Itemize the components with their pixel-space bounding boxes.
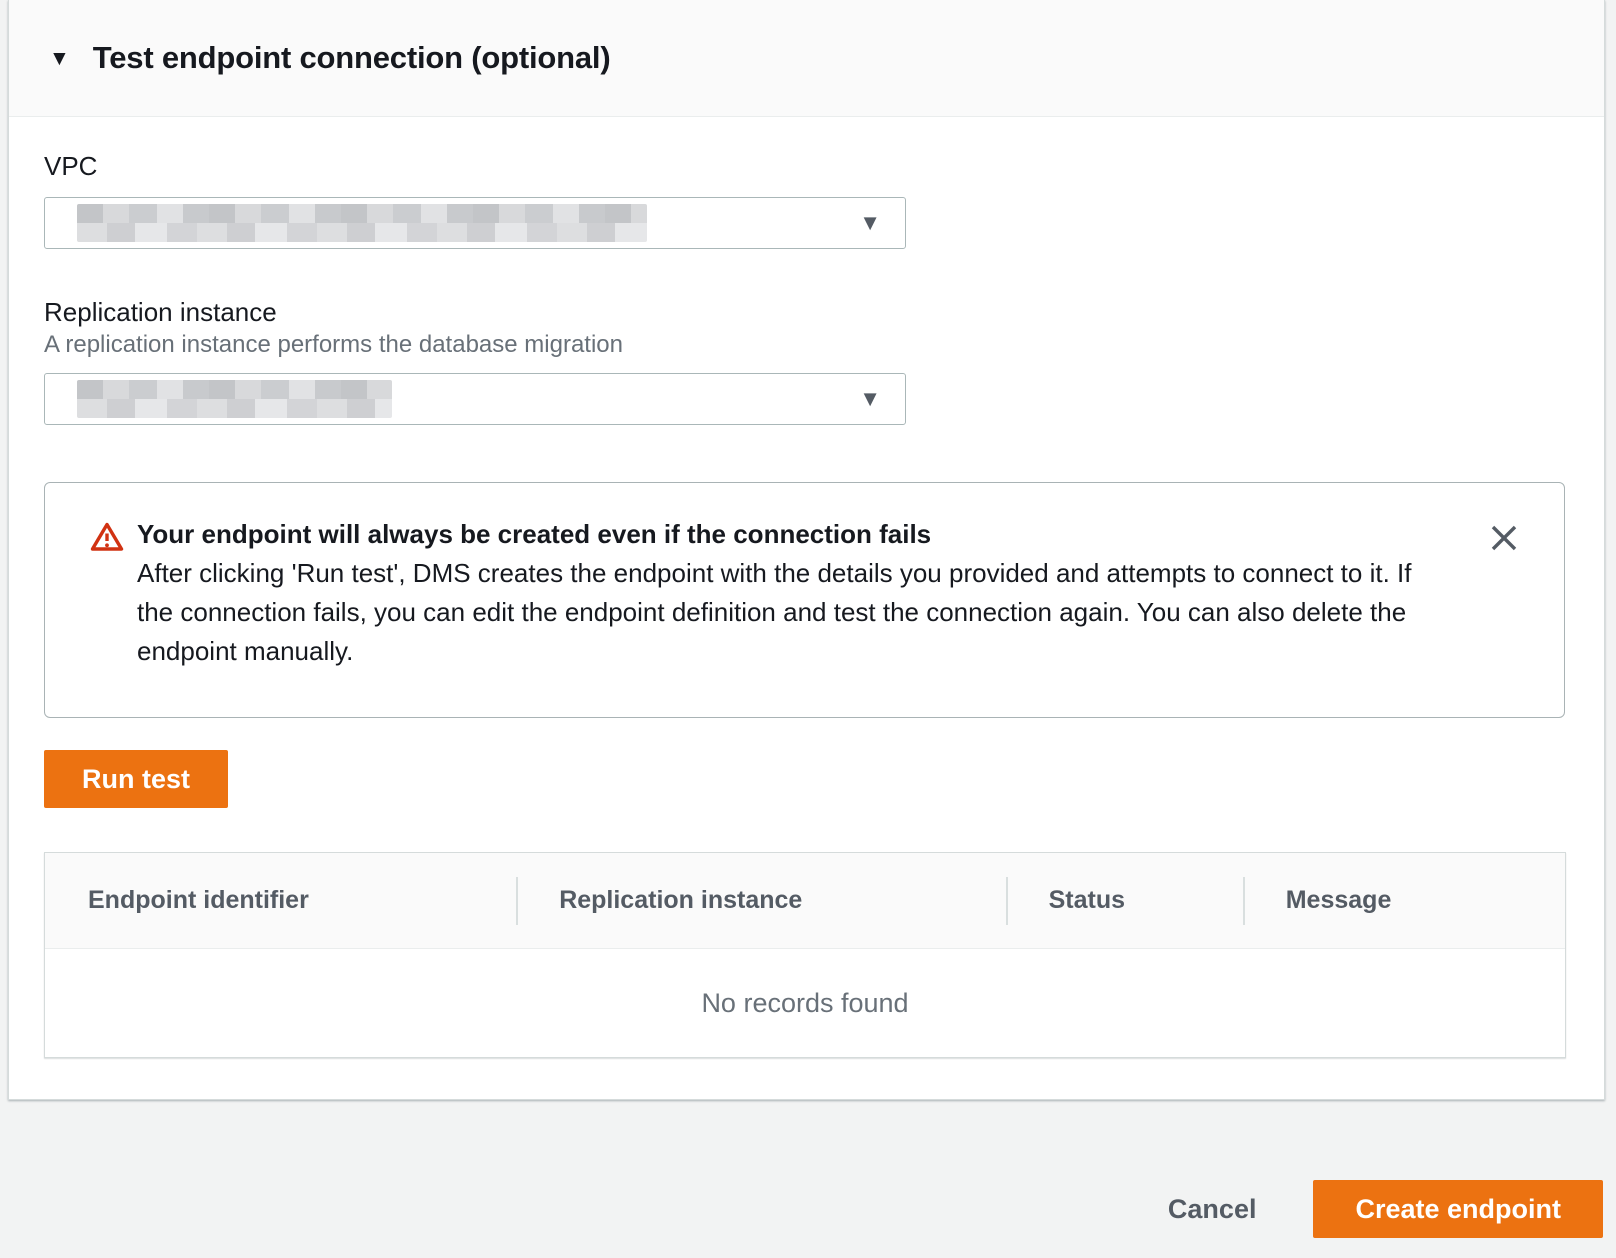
column-header-message: Message xyxy=(1243,853,1565,948)
warning-title: Your endpoint will always be created eve… xyxy=(137,515,1437,554)
form-actions: Cancel Create endpoint xyxy=(1168,1180,1603,1238)
replication-instance-selected-value-redacted xyxy=(77,380,392,418)
replication-instance-select[interactable]: ▼ xyxy=(44,373,906,425)
table-body: No records found xyxy=(45,949,1565,1057)
column-header-endpoint-identifier: Endpoint identifier xyxy=(45,853,516,948)
column-header-status: Status xyxy=(1006,853,1243,948)
section-content: VPC ▼ Replication instance A replication… xyxy=(9,117,1604,1058)
cancel-button[interactable]: Cancel xyxy=(1168,1194,1257,1225)
close-icon xyxy=(1489,523,1519,556)
column-header-replication-instance: Replication instance xyxy=(516,853,1005,948)
dismiss-warning-button[interactable] xyxy=(1488,523,1520,555)
test-endpoint-connection-panel: ▼ Test endpoint connection (optional) VP… xyxy=(8,0,1605,1100)
replication-instance-field: Replication instance A replication insta… xyxy=(44,297,1569,425)
warning-content: Your endpoint will always be created eve… xyxy=(137,515,1437,671)
replication-instance-description: A replication instance performs the data… xyxy=(44,331,1569,359)
section-title: Test endpoint connection (optional) xyxy=(93,40,611,76)
warning-body: After clicking 'Run test', DMS creates t… xyxy=(137,554,1437,671)
chevron-down-icon: ▼ xyxy=(859,212,881,234)
connection-test-results-table: Endpoint identifier Replication instance… xyxy=(44,852,1566,1058)
vpc-selected-value-redacted xyxy=(77,204,647,242)
create-endpoint-button[interactable]: Create endpoint xyxy=(1313,1180,1603,1238)
run-test-button[interactable]: Run test xyxy=(44,750,228,808)
warning-alert: Your endpoint will always be created eve… xyxy=(44,482,1565,718)
vpc-label: VPC xyxy=(44,151,1569,181)
chevron-down-icon: ▼ xyxy=(859,388,881,410)
replication-instance-label: Replication instance xyxy=(44,297,1569,327)
table-header-row: Endpoint identifier Replication instance… xyxy=(45,853,1565,949)
table-empty-message: No records found xyxy=(701,988,908,1019)
vpc-field: VPC ▼ xyxy=(44,151,1569,249)
collapse-caret-icon: ▼ xyxy=(49,48,70,69)
vpc-select[interactable]: ▼ xyxy=(44,197,906,249)
warning-triangle-icon xyxy=(90,521,124,558)
section-header[interactable]: ▼ Test endpoint connection (optional) xyxy=(9,0,1604,117)
